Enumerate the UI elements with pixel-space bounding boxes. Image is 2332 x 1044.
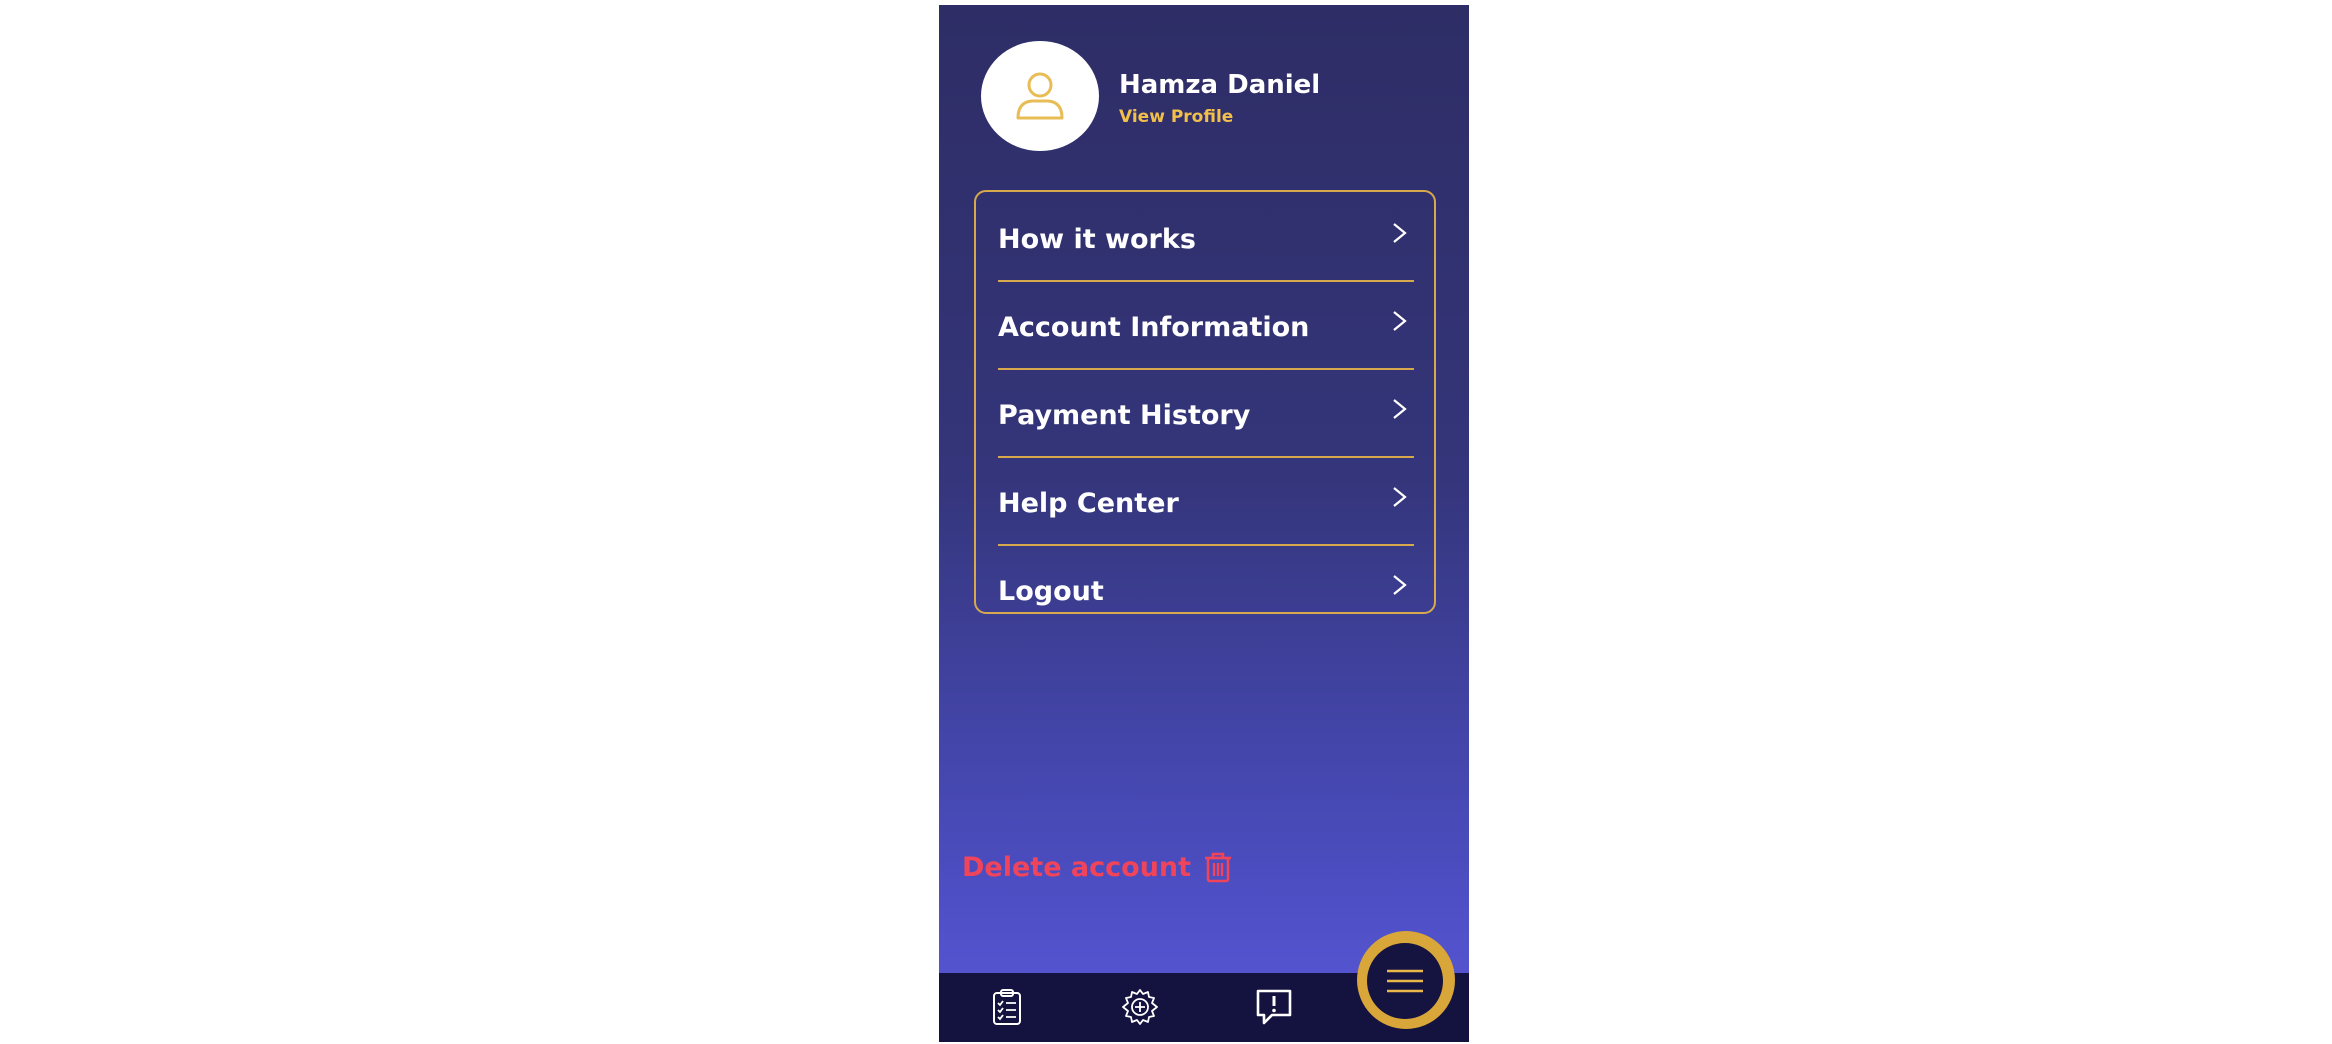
menu-item-help-center[interactable]: Help Center	[998, 456, 1414, 546]
menu-item-label: Logout	[998, 575, 1104, 607]
menu-hamburger-icon	[1387, 969, 1423, 993]
menu-item-label: Help Center	[998, 487, 1179, 519]
settings-menu: How it works Account Information Payment…	[974, 190, 1436, 614]
menu-fab-button[interactable]	[1367, 943, 1443, 1019]
profile-text: Hamza Daniel View Profile	[1119, 69, 1320, 127]
menu-item-account-information[interactable]: Account Information	[998, 280, 1414, 370]
user-name: Hamza Daniel	[1119, 70, 1321, 100]
clipboard-checklist-icon[interactable]	[987, 987, 1027, 1027]
menu-item-how-it-works[interactable]: How it works	[998, 192, 1414, 282]
phone-screen: Hamza Daniel View Profile How it works A…	[939, 5, 1469, 1042]
chevron-right-icon	[1393, 487, 1407, 507]
feedback-alert-icon[interactable]	[1254, 987, 1294, 1027]
avatar[interactable]	[981, 41, 1099, 151]
profile-header: Hamza Daniel View Profile	[981, 41, 1320, 151]
trash-icon	[1205, 852, 1232, 883]
menu-item-logout[interactable]: Logout	[998, 544, 1414, 632]
settings-gear-plus-icon[interactable]	[1120, 987, 1160, 1027]
user-icon	[1016, 72, 1064, 120]
menu-item-payment-history[interactable]: Payment History	[998, 368, 1414, 458]
menu-item-label: Account Information	[998, 311, 1310, 343]
view-profile-link[interactable]: View Profile	[1119, 107, 1320, 127]
delete-account-button[interactable]: Delete account	[962, 850, 1235, 884]
chevron-right-icon	[1393, 575, 1407, 595]
chevron-right-icon	[1393, 399, 1407, 419]
chevron-right-icon	[1393, 223, 1407, 243]
delete-account-label: Delete account	[962, 851, 1192, 883]
menu-item-label: How it works	[998, 223, 1196, 255]
menu-item-label: Payment History	[998, 399, 1251, 431]
chevron-right-icon	[1393, 311, 1407, 331]
